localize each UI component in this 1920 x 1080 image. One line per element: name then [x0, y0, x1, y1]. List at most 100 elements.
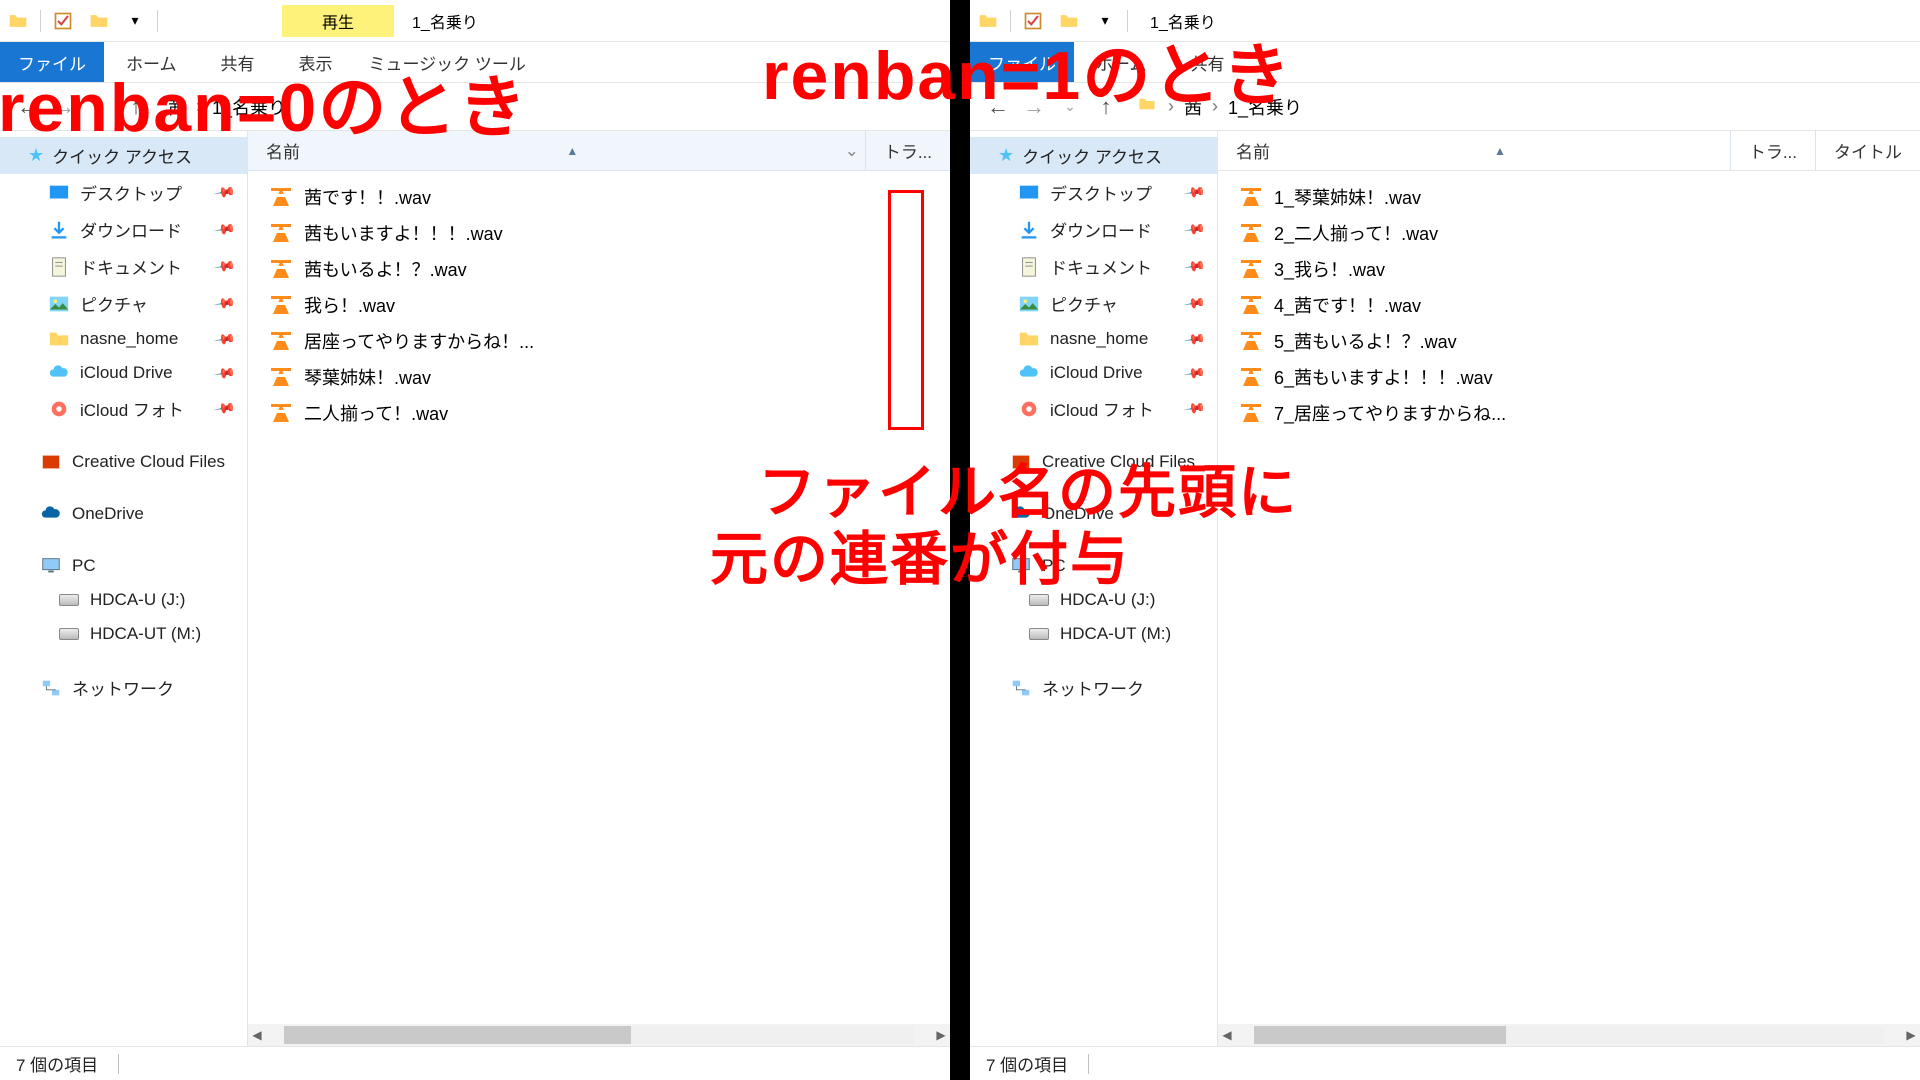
file-item[interactable]: 7_居座ってやりますからね...	[1218, 395, 1920, 431]
vlc-icon	[1240, 294, 1262, 316]
file-item[interactable]: 2_二人揃って！.wav	[1218, 215, 1920, 251]
sidebar-item-onedrive[interactable]: OneDrive	[0, 497, 247, 531]
sidebar-item-icloud-photo[interactable]: iCloud フォト 📌	[970, 390, 1217, 427]
scroll-right-icon[interactable]: ▶	[1902, 1028, 1920, 1042]
pin-icon: 📌	[1182, 397, 1206, 421]
sidebar-item-pictures[interactable]: ピクチャ📌	[970, 285, 1217, 322]
file-item[interactable]: 1_琴葉姉妹！.wav	[1218, 179, 1920, 215]
file-name: 茜です！！.wav	[304, 184, 431, 210]
sidebar-item-label: iCloud Drive	[1050, 363, 1143, 383]
file-item[interactable]: 5_茜もいるよ！？.wav	[1218, 323, 1920, 359]
divider	[118, 1054, 119, 1074]
sidebar-item-network[interactable]: ネットワーク	[0, 669, 247, 706]
pin-icon: 📌	[1182, 327, 1206, 351]
pin-icon: 📌	[1182, 361, 1206, 385]
file-name: 居座ってやりますからね！...	[304, 328, 534, 354]
music-play-tab[interactable]: 再生	[282, 5, 394, 37]
sidebar-item-pictures[interactable]: ピクチャ📌	[0, 285, 247, 322]
col-track[interactable]: トラ...	[865, 131, 950, 170]
sidebar-item-label: デスクトップ	[1050, 180, 1152, 205]
sidebar-item-nasne[interactable]: nasne_home📌	[0, 322, 247, 356]
sidebar-item-nasne[interactable]: nasne_home📌	[970, 322, 1217, 356]
sidebar-item-network[interactable]: ネットワーク	[970, 669, 1217, 706]
file-name: 茜もいるよ！？.wav	[304, 256, 467, 282]
sidebar-item-icloud-drive[interactable]: iCloud Drive 📌	[970, 356, 1217, 390]
sidebar-item-documents[interactable]: ドキュメント 📌	[0, 248, 247, 285]
file-item[interactable]: 4_茜です！！.wav	[1218, 287, 1920, 323]
file-name: 琴葉姉妹！.wav	[304, 364, 431, 390]
vlc-icon	[270, 186, 292, 208]
file-name: 茜もいますよ！！！.wav	[304, 220, 503, 246]
status-bar: 7 個の項目	[0, 1046, 950, 1080]
star-icon: ★	[998, 145, 1014, 166]
sidebar-item-icloud-drive[interactable]: iCloud Drive📌	[0, 356, 247, 390]
sidebar-item-drive-m[interactable]: HDCA-UT (M:)	[0, 617, 247, 651]
sidebar-item-drive-m[interactable]: HDCA-UT (M:)	[970, 617, 1217, 651]
file-item[interactable]: 茜もいますよ！！！.wav	[248, 215, 950, 251]
column-headers[interactable]: 名前▲ トラ... タイトル	[1218, 131, 1920, 171]
pin-icon: 📌	[1182, 218, 1206, 242]
sidebar-item-label: ピクチャ	[1050, 291, 1118, 316]
sidebar-item-label: ピクチャ	[80, 291, 148, 316]
dropdown-icon[interactable]: ⌄	[845, 141, 859, 161]
scroll-right-icon[interactable]: ▶	[932, 1028, 950, 1042]
pin-icon: 📌	[212, 361, 236, 385]
sidebar-item-label: iCloud フォト	[80, 396, 184, 421]
horizontal-scrollbar[interactable]: ◀▶	[1218, 1024, 1920, 1046]
sidebar-item-label: iCloud フォト	[1050, 396, 1154, 421]
sidebar-item-icloud-photo[interactable]: iCloud フォト📌	[0, 390, 247, 427]
pc-icon	[40, 555, 62, 577]
pin-icon: 📌	[212, 218, 236, 242]
dropdown-icon[interactable]: ▾	[123, 9, 147, 33]
annotation-line: 元の連番が付与	[710, 527, 1130, 592]
status-text: 7 個の項目	[16, 1051, 98, 1076]
file-item[interactable]: 茜です！！.wav	[248, 179, 950, 215]
sidebar-item-drive-j[interactable]: HDCA-U (J:)	[0, 583, 247, 617]
checkbox-icon[interactable]	[1021, 9, 1045, 33]
photo-icon	[1018, 398, 1040, 420]
divider	[1127, 10, 1128, 32]
sidebar-item-label: PC	[72, 556, 96, 576]
file-name: 3_我ら！.wav	[1274, 256, 1385, 282]
vlc-icon	[270, 402, 292, 424]
sidebar-item-pc[interactable]: PC	[0, 549, 247, 583]
scroll-left-icon[interactable]: ◀	[1218, 1028, 1236, 1042]
sort-ascending-icon: ▲	[1494, 144, 1506, 158]
file-item[interactable]: 3_我ら！.wav	[1218, 251, 1920, 287]
file-item[interactable]: 琴葉姉妹！.wav	[248, 359, 950, 395]
file-name: 我ら！.wav	[304, 292, 395, 318]
sidebar-item-label: ドキュメント	[80, 254, 182, 279]
file-item[interactable]: 6_茜もいますよ！！！.wav	[1218, 359, 1920, 395]
sidebar-quick-access[interactable]: ★クイック アクセス	[970, 137, 1217, 174]
vlc-icon	[270, 294, 292, 316]
horizontal-scrollbar[interactable]: ◀▶	[248, 1024, 950, 1046]
icloud-icon	[1018, 362, 1040, 384]
sidebar-item-desktop[interactable]: デスクトップ📌	[0, 174, 247, 211]
col-track[interactable]: トラ...	[1730, 131, 1815, 170]
sidebar-item-downloads[interactable]: ダウンロード📌	[970, 211, 1217, 248]
sidebar-item-desktop[interactable]: デスクトップ 📌	[970, 174, 1217, 211]
vlc-icon	[270, 366, 292, 388]
sidebar-item-documents[interactable]: ドキュメント📌	[970, 248, 1217, 285]
folder-icon	[1018, 328, 1040, 350]
col-title[interactable]: タイトル	[1815, 131, 1920, 170]
vlc-icon	[1240, 330, 1262, 352]
checkbox-icon[interactable]	[51, 9, 75, 33]
pin-icon: 📌	[212, 255, 236, 279]
sidebar-item-creative-cloud[interactable]: Creative Cloud Files	[0, 445, 247, 479]
file-name: 7_居座ってやりますからね...	[1274, 400, 1506, 426]
file-item[interactable]: 居座ってやりますからね！...	[248, 323, 950, 359]
vlc-icon	[1240, 402, 1262, 424]
dropdown-icon[interactable]: ▾	[1093, 9, 1117, 33]
file-name: 5_茜もいるよ！？.wav	[1274, 328, 1457, 354]
file-item[interactable]: 二人揃って！.wav	[248, 395, 950, 431]
drive-icon	[58, 589, 80, 611]
sidebar-item-downloads[interactable]: ダウンロード📌	[0, 211, 247, 248]
file-item[interactable]: 茜もいるよ！？.wav	[248, 251, 950, 287]
download-icon	[1018, 219, 1040, 241]
pin-icon: 📌	[1182, 181, 1206, 205]
file-item[interactable]: 我ら！.wav	[248, 287, 950, 323]
sidebar-item-label: nasne_home	[80, 329, 178, 349]
photo-icon	[48, 398, 70, 420]
scroll-left-icon[interactable]: ◀	[248, 1028, 266, 1042]
